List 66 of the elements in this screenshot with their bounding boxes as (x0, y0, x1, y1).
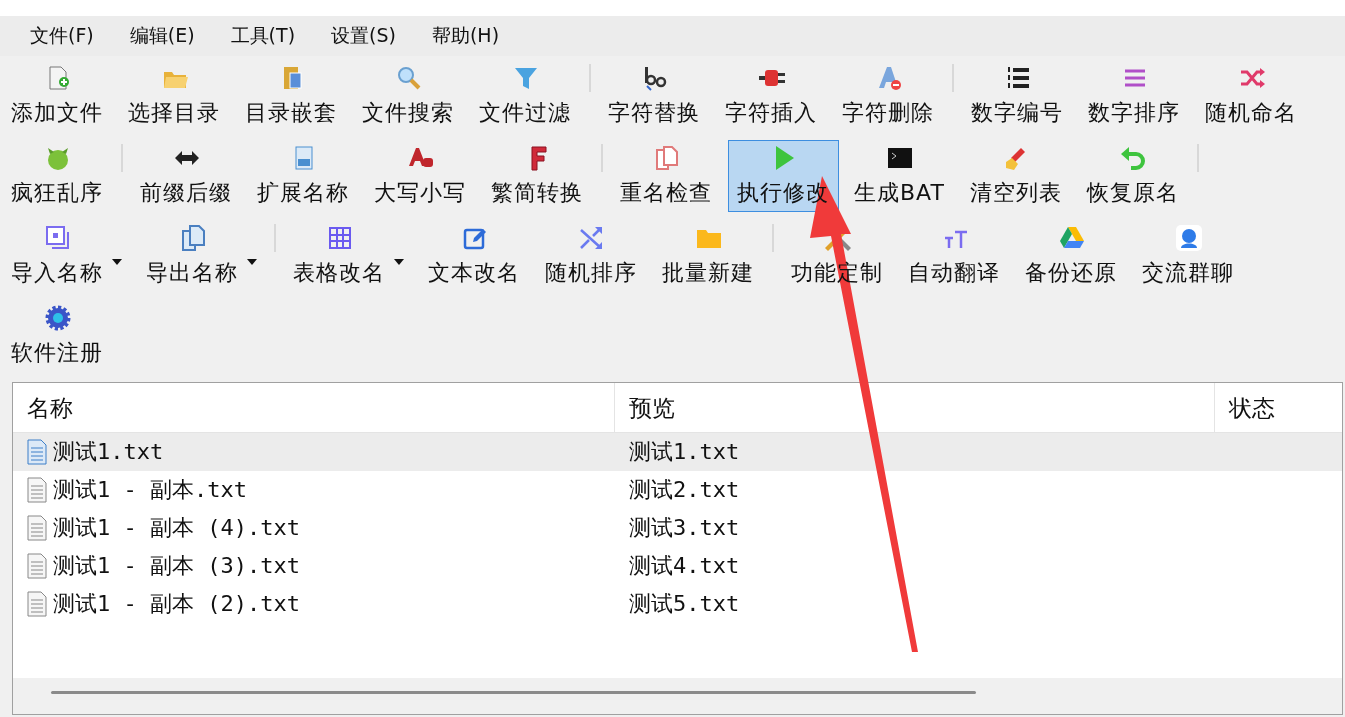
caret-icon[interactable] (247, 259, 257, 265)
import-icon (43, 224, 72, 252)
menu-item[interactable]: 工具(T) (218, 23, 308, 49)
toolbar-button[interactable]: 恢复原名 (1077, 140, 1189, 212)
scrollbar-thumb[interactable] (51, 691, 976, 694)
toolbar-button[interactable]: 繁简转换 (482, 140, 593, 212)
toolbar-button[interactable]: 交流群聊 (1133, 220, 1244, 292)
table-cell-text: 测试1 - 副本 (4).txt (53, 514, 300, 542)
toolbar-button[interactable]: 疯狂乱序 (2, 140, 113, 212)
gear-icon (43, 304, 72, 332)
text-file-icon (27, 515, 47, 541)
toolbar-button[interactable]: 数字编号 (962, 60, 1073, 132)
toolbar-button[interactable]: 备份还原 (1016, 220, 1127, 292)
table-cell-text: 测试5.txt (628, 590, 740, 618)
toolbar-button[interactable]: 批量新建 (653, 220, 764, 292)
table-cell-text: 测试1 - 副本.txt (53, 476, 247, 504)
toolbar-button[interactable]: 导入名称 (2, 220, 131, 292)
toolbar-button[interactable]: 重名检查 (611, 140, 722, 212)
table-cell-text: 测试1 - 副本 (3).txt (53, 552, 300, 580)
toolbar-button[interactable]: 导出名称 (137, 220, 266, 292)
toolbar-button[interactable]: 清空列表 (960, 140, 1072, 212)
table-cell-text: 测试1.txt (628, 438, 740, 466)
toolbar-button[interactable]: 选择目录 (119, 60, 230, 132)
file-row[interactable]: 测试1 - 副本 (2).txt 测试5.txt (13, 585, 1342, 623)
text-file-icon (27, 439, 47, 465)
table-cell-text: 测试1 - 副本 (2).txt (53, 590, 300, 618)
toolbar-button[interactable]: 添加文件 (2, 60, 113, 132)
menu-item[interactable]: 设置(S) (319, 23, 408, 49)
undo-icon (1119, 144, 1148, 172)
toolbar-button[interactable]: 软件注册 (2, 300, 113, 372)
toolbar-button[interactable]: 字符替换 (599, 60, 710, 132)
toolbar-button[interactable]: 扩展名称 (248, 140, 359, 212)
person-icon (1174, 224, 1203, 252)
column-header[interactable]: 状态 (1215, 383, 1342, 432)
toolbar-button[interactable]: 前缀后缀 (131, 140, 242, 212)
toolbar-button[interactable]: 目录嵌套 (236, 60, 347, 132)
toolbar-button[interactable]: 随机命名 (1196, 60, 1307, 132)
toolbar-button[interactable]: 文本改名 (419, 220, 530, 292)
horizontal-scrollbar[interactable] (13, 678, 1342, 714)
file-row[interactable]: 测试1 - 副本 (3).txt 测试4.txt (13, 547, 1342, 585)
caret-icon[interactable] (112, 259, 122, 265)
toolbar-button[interactable]: 大写小写 (365, 140, 476, 212)
text-file-icon (27, 553, 47, 579)
toolbar-button[interactable]: 文件过滤 (470, 60, 581, 132)
column-header[interactable]: 名称 (13, 383, 615, 432)
toolbar-button[interactable]: 随机排序 (536, 220, 647, 292)
table-cell-text: 测试4.txt (628, 552, 740, 580)
toolbar-button[interactable]: 表格改名 (284, 220, 413, 292)
toolbar-button[interactable]: 数字排序 (1079, 60, 1190, 132)
toolbar-button[interactable]: 字符插入 (716, 60, 827, 132)
toolbar-button[interactable]: 字符删除 (833, 60, 944, 132)
caret-icon[interactable] (394, 259, 404, 265)
file-row[interactable]: 测试1.txt 测试1.txt (13, 433, 1342, 471)
table-cell-text: 测试1.txt (53, 438, 164, 466)
table-cell-text: 测试2.txt (628, 476, 740, 504)
toolbar-button[interactable]: 自动翻译 (899, 220, 1010, 292)
menu-item[interactable]: 编辑(E) (117, 23, 207, 49)
menu-item[interactable]: 文件(F) (18, 23, 106, 49)
table-cell-text: 测试3.txt (628, 514, 740, 542)
menu-item[interactable]: 帮助(H) (419, 23, 512, 49)
file-row[interactable]: 测试1 - 副本.txt 测试2.txt (13, 471, 1342, 509)
text-file-icon (27, 477, 47, 503)
file-row[interactable]: 测试1 - 副本 (4).txt 测试3.txt (13, 509, 1342, 547)
text-file-icon (27, 591, 47, 617)
toolbar-button[interactable]: 生成BAT (845, 140, 955, 212)
toolbar-button[interactable]: 文件搜索 (353, 60, 464, 132)
